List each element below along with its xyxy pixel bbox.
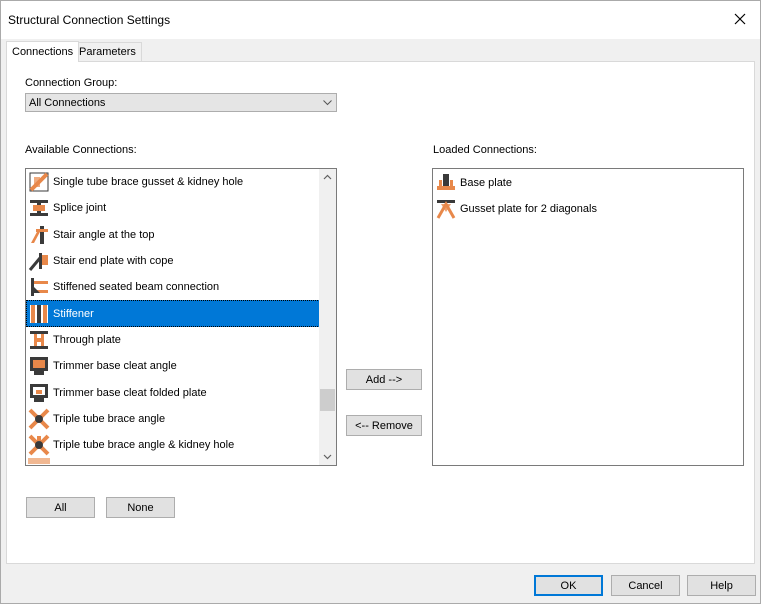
list-item-label: Trimmer base cleat angle: [53, 360, 177, 373]
title-bar: Structural Connection Settings: [1, 1, 760, 39]
stiffener-icon: [28, 303, 53, 325]
scroll-down-icon[interactable]: [319, 448, 336, 465]
window-title: Structural Connection Settings: [8, 13, 171, 27]
list-item[interactable]: Triple tube brace angle: [26, 406, 320, 432]
tab-connections[interactable]: Connections: [6, 41, 80, 62]
list-item[interactable]: Trimmer base cleat folded plate: [26, 379, 320, 405]
connection-group-label: Connection Group:: [25, 77, 118, 89]
splice-joint-icon: [28, 197, 53, 219]
chevron-down-icon: [323, 100, 332, 106]
list-item-label: Gusset plate for 2 diagonals: [460, 203, 597, 216]
trimmer-cleat-angle-icon: [28, 355, 53, 377]
ok-button[interactable]: OK: [534, 575, 603, 596]
help-button[interactable]: Help: [687, 575, 756, 596]
list-item-label: Splice joint: [53, 202, 107, 215]
stair-angle-icon: [28, 224, 53, 246]
remove-button[interactable]: <-- Remove: [346, 415, 422, 436]
list-item-label: Triple tube brace angle: [53, 412, 166, 425]
list-item-label: Single tube brace gusset & kidney hole: [53, 176, 244, 189]
list-item[interactable]: Trimmer base cleat angle: [26, 353, 320, 379]
scroll-thumb[interactable]: [320, 389, 335, 411]
list-item-partial: [26, 458, 320, 465]
list-item[interactable]: Single tube brace gusset & kidney hole: [26, 169, 320, 195]
close-icon[interactable]: [731, 10, 749, 28]
scroll-up-icon[interactable]: [319, 169, 336, 186]
stair-end-plate-icon: [28, 250, 53, 272]
triple-tube-brace-icon: [28, 408, 53, 430]
list-item[interactable]: Through plate: [26, 327, 320, 353]
connection-group-select[interactable]: All Connections: [25, 93, 337, 112]
list-item[interactable]: Splice joint: [26, 195, 320, 221]
loaded-connections-label: Loaded Connections:: [433, 144, 537, 156]
available-connections-items: Single tube brace gusset & kidney hole Sp…: [26, 169, 320, 465]
available-list-scrollbar[interactable]: [319, 169, 336, 465]
select-none-button[interactable]: None: [106, 497, 175, 518]
seated-beam-icon: [28, 276, 53, 298]
base-plate-icon: [435, 172, 460, 194]
loaded-list-item[interactable]: Base plate: [433, 170, 743, 196]
list-item-label: Through plate: [53, 333, 121, 346]
tube-brace-gusset-icon: [28, 171, 53, 193]
trimmer-folded-plate-icon: [28, 382, 53, 404]
cancel-button[interactable]: Cancel: [611, 575, 680, 596]
available-connections-list[interactable]: Single tube brace gusset & kidney hole Sp…: [25, 168, 337, 466]
loaded-connections-list[interactable]: Base plate Gusset plate for 2 diagonals: [432, 168, 744, 466]
list-item[interactable]: Stiffener: [26, 300, 320, 327]
list-item-label: Stair angle at the top: [53, 228, 155, 241]
list-item-label: Triple tube brace angle & kidney hole: [53, 439, 235, 452]
list-item-label: Trimmer base cleat folded plate: [53, 386, 207, 399]
list-item[interactable]: Stiffened seated beam connection: [26, 274, 320, 300]
list-item[interactable]: Triple tube brace angle & kidney hole: [26, 432, 320, 458]
triple-tube-kidney-icon: [28, 434, 53, 456]
list-item[interactable]: Stair angle at the top: [26, 222, 320, 248]
available-connections-label: Available Connections:: [25, 144, 137, 156]
list-item-label: Stair end plate with cope: [53, 255, 174, 268]
through-plate-icon: [28, 329, 53, 351]
list-item[interactable]: Stair end plate with cope: [26, 248, 320, 274]
loaded-connections-items: Base plate Gusset plate for 2 diagonals: [433, 170, 743, 223]
add-button[interactable]: Add -->: [346, 369, 422, 390]
select-all-button[interactable]: All: [26, 497, 95, 518]
tab-parameters[interactable]: Parameters: [73, 42, 142, 62]
connection-group-value: All Connections: [29, 97, 106, 109]
list-item-label: Stiffened seated beam connection: [53, 281, 220, 294]
loaded-list-item[interactable]: Gusset plate for 2 diagonals: [433, 196, 743, 222]
list-item-label: Stiffener: [53, 307, 94, 320]
list-item-label: Base plate: [460, 177, 512, 190]
gusset-plate-icon: [435, 198, 460, 220]
dialog-window: Structural Connection Settings Connectio…: [0, 0, 761, 604]
